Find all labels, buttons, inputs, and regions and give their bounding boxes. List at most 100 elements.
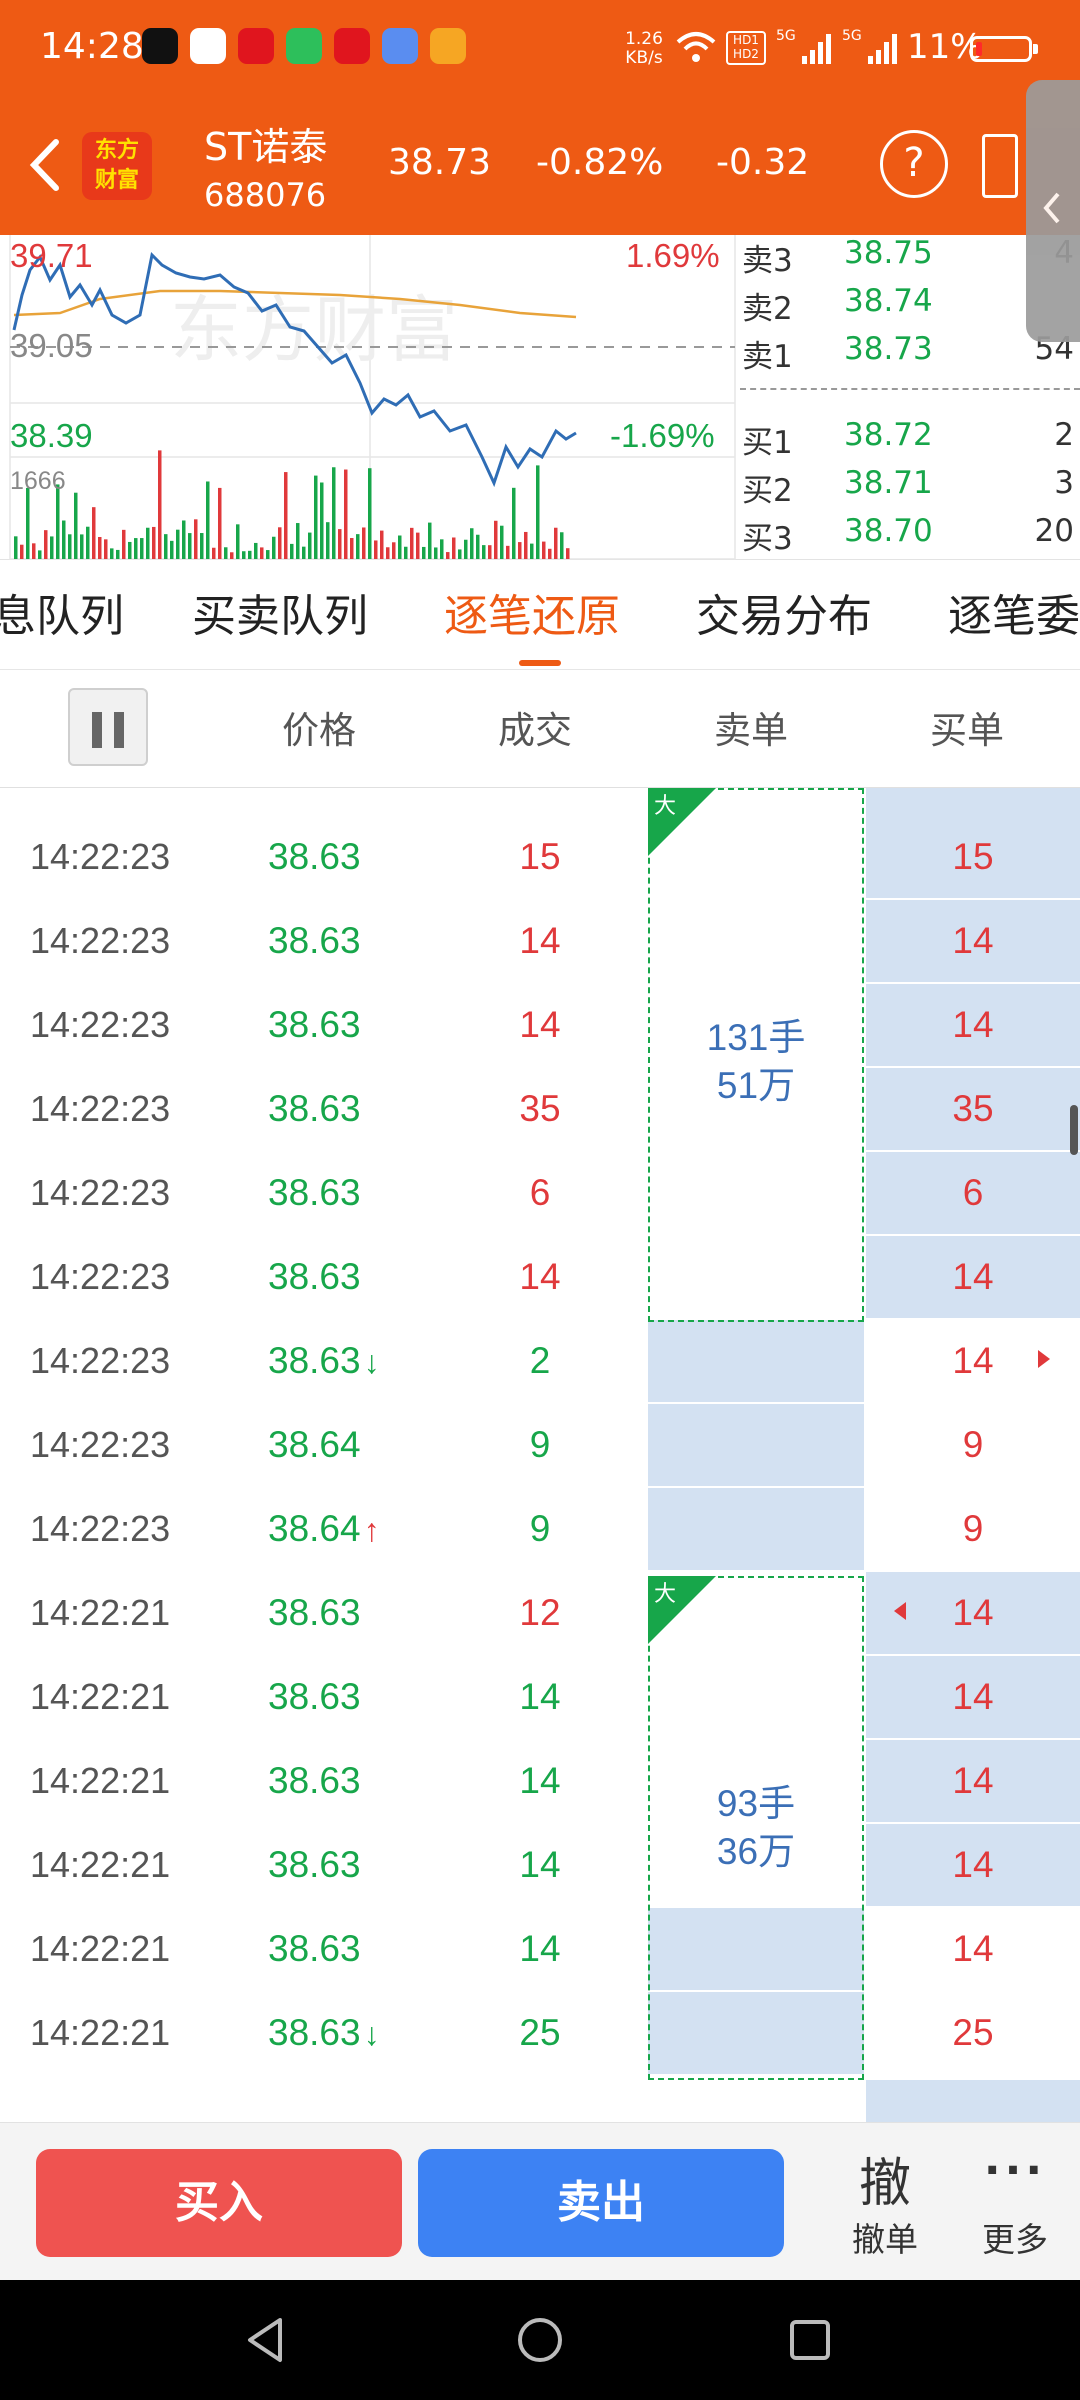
tab-tick-queue[interactable]: 息队列 [0, 580, 124, 644]
tab-trade-distribution[interactable]: 交易分布 [696, 580, 872, 644]
buy-order-volume: 14 [952, 1928, 994, 1969]
table-row[interactable]: 14:22:23 38.64↑ 9 9 [0, 1488, 1080, 1572]
volume-bar [530, 543, 534, 559]
bid-price: 38.71 [844, 465, 933, 501]
network-speed-value: 1.26 [625, 29, 663, 49]
buy-order-cell: 9 [866, 1404, 1080, 1488]
signal-5g-icon: 5G [776, 28, 831, 64]
cancel-order-button[interactable]: 撤 撤单 [830, 2141, 940, 2261]
chart-low-pct-label: -1.69% [610, 417, 715, 454]
trade-volume: 14 [519, 920, 561, 961]
side-panel-handle[interactable] [1026, 80, 1080, 342]
trade-time: 14:22:21 [30, 1592, 171, 1633]
weather-notification-icon [382, 28, 418, 64]
table-row[interactable]: 14:22:23 38.63 14 14 [0, 1236, 1080, 1320]
table-row[interactable]: 14:22:23 38.63 14 14 [0, 900, 1080, 984]
trade-volume: 14 [519, 1844, 561, 1885]
table-row[interactable]: 14:22:21 38.63↓ 25 25 [0, 1992, 1080, 2076]
bid-label: 买3 [742, 521, 793, 557]
volume-bar [254, 542, 258, 559]
nav-back-icon[interactable] [244, 2316, 288, 2364]
back-arrow-icon[interactable] [22, 130, 68, 200]
volume-bar [266, 550, 270, 559]
nav-home-icon[interactable] [516, 2316, 564, 2364]
bid-row-2[interactable]: 买2 38.71 3 [740, 465, 1080, 513]
trade-price-value: 38.63 [268, 1256, 361, 1297]
order-marker-icon [1038, 1350, 1050, 1368]
volume-bar [248, 550, 252, 559]
table-row[interactable]: 14:22:23 38.63 15 15 [0, 816, 1080, 900]
column-price: 价格 [282, 709, 356, 752]
trade-price: 38.63 [268, 1004, 364, 1046]
table-row[interactable]: 14:22:21 38.63 12 14 [0, 1572, 1080, 1656]
chart-high-label: 39.71 [10, 237, 93, 274]
table-row[interactable]: 14:22:23 38.64 9 9 [0, 1404, 1080, 1488]
battery-fill [976, 42, 982, 56]
buy-order-volume: 14 [952, 1256, 994, 1297]
trade-volume: 2 [529, 1340, 551, 1381]
volume-bar [386, 547, 390, 559]
intraday-chart[interactable]: 东方财富 [0, 235, 740, 560]
bid-row-1[interactable]: 买1 38.72 2 [740, 417, 1080, 465]
nav-recents-icon[interactable] [788, 2318, 832, 2362]
volume-bar [506, 545, 510, 559]
bid-row-3[interactable]: 买3 38.70 20 [740, 513, 1080, 561]
ask-label: 卖3 [742, 243, 793, 279]
app-notification-icon [238, 28, 274, 64]
table-row[interactable]: 14:22:21 38.63 14 14 [0, 1740, 1080, 1824]
more-dots-icon: ··· [983, 2145, 1047, 2196]
action-bar: 买入 卖出 撤 撤单 ··· 更多 [0, 2122, 1080, 2280]
landscape-icon[interactable] [982, 134, 1018, 198]
orderbook-divider [740, 388, 1080, 390]
volume-bar [140, 538, 144, 559]
table-row[interactable]: 14:22:21 38.63 14 14 [0, 1824, 1080, 1908]
trade-time: 14:22:21 [30, 1928, 171, 1969]
battery-icon [970, 36, 1038, 62]
chart-high-pct-label: 1.69% [626, 237, 720, 274]
buy-order-volume: 25 [952, 2012, 994, 2053]
cancel-order-icon: 撤 [858, 2154, 911, 2214]
table-row[interactable]: 14:22:21 38.63 14 14 [0, 1656, 1080, 1740]
list-scrollbar[interactable] [1070, 1105, 1078, 1155]
table-row[interactable]: 14:22:23 38.63↓ 2 14 [0, 1320, 1080, 1404]
tab-tick-orders[interactable]: 逐笔委 [948, 580, 1080, 644]
pause-button[interactable] [68, 688, 148, 766]
table-row[interactable]: 14:22:23 38.63 14 14 [0, 984, 1080, 1068]
trade-volume: 15 [519, 836, 561, 877]
buy-order-cell: 14 [866, 1824, 1080, 1908]
sell-button[interactable]: 卖出 [418, 2149, 784, 2257]
buy-button[interactable]: 买入 [36, 2149, 402, 2257]
tab-order-queue[interactable]: 买卖队列 [192, 580, 368, 644]
buy-order-cell: 14 [866, 984, 1080, 1068]
more-button[interactable]: ··· 更多 [960, 2141, 1070, 2261]
volume-bar [464, 539, 468, 559]
trade-direction-arrow: ↓ [363, 1344, 380, 1380]
volume-bar [272, 536, 276, 559]
volume-bar [134, 538, 138, 559]
table-row[interactable]: 14:22:23 38.63 35 35 [0, 1068, 1080, 1152]
volume-bar [200, 533, 204, 559]
tab-tick-restore[interactable]: 逐笔还原 [444, 580, 620, 644]
help-button[interactable]: ? [880, 130, 948, 198]
volume-bar [440, 539, 444, 559]
trade-price-value: 38.64 [268, 1508, 361, 1549]
trade-price-value: 38.63 [268, 836, 361, 877]
trade-price: 38.64 [268, 1424, 364, 1466]
trade-time: 14:22:23 [30, 1508, 171, 1549]
volume-bar [194, 519, 198, 559]
table-row[interactable]: 14:22:23 38.63 6 6 [0, 1152, 1080, 1236]
volume-bar [560, 532, 564, 559]
bid-label: 买2 [742, 473, 793, 509]
trade-list[interactable]: 大 131手 51万 大 93手 36万 14:22:23 38.63 15 1… [0, 788, 1080, 2122]
volume-bar [482, 545, 486, 559]
logo-line1: 东方 [94, 138, 139, 163]
buy-order-volume: 14 [952, 1004, 994, 1045]
buy-order-volume: 15 [952, 836, 994, 877]
trade-time: 14:22:21 [30, 1676, 171, 1717]
chart-mid-label: 39.05 [10, 327, 93, 364]
trade-time: 14:22:23 [30, 1256, 171, 1297]
table-row[interactable]: 14:22:21 38.63 14 14 [0, 1908, 1080, 1992]
volume-bar [404, 546, 408, 559]
ask-row-1[interactable]: 卖1 38.73 54 [740, 331, 1080, 379]
trade-time: 14:22:23 [30, 1340, 171, 1381]
